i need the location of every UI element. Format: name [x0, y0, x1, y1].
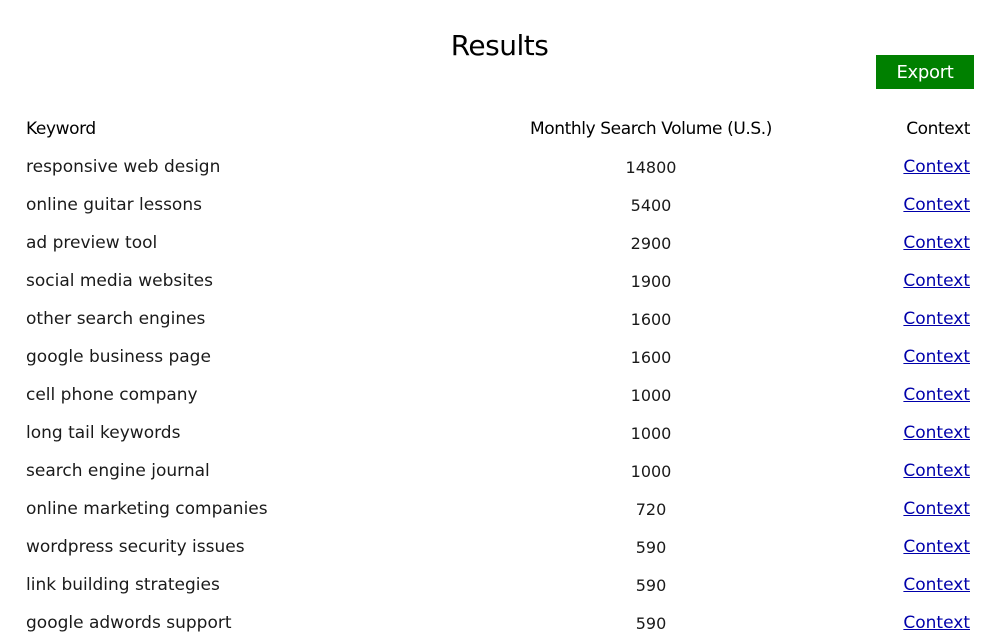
context-link[interactable]: Context	[903, 613, 970, 633]
keyword-cell: social media websites	[26, 271, 213, 291]
keyword-cell: google business page	[26, 347, 211, 367]
volume-cell: 590	[635, 537, 667, 557]
context-link[interactable]: Context	[903, 195, 970, 215]
context-link[interactable]: Context	[903, 537, 970, 557]
table-row: long tail keywords 1000 Context	[26, 414, 974, 452]
context-cell: Context	[782, 490, 974, 528]
table-row: google business page 1600 Context	[26, 338, 974, 376]
table-row: wordpress security issues 590 Context	[26, 528, 974, 566]
volume-cell: 2900	[630, 233, 672, 253]
context-cell: Context	[782, 300, 974, 338]
volume-cell: 1600	[630, 309, 672, 329]
context-link[interactable]: Context	[903, 347, 970, 367]
table-row: search engine journal 1000 Context	[26, 452, 974, 490]
table-row: google adwords support 590 Context	[26, 604, 974, 642]
volume-cell: 1000	[630, 385, 672, 405]
context-cell: Context	[782, 604, 974, 642]
keyword-cell: google adwords support	[26, 613, 232, 633]
keyword-cell: long tail keywords	[26, 423, 181, 443]
context-link[interactable]: Context	[903, 575, 970, 595]
volume-cell: 720	[635, 499, 667, 519]
context-cell: Context	[782, 414, 974, 452]
context-cell: Context	[782, 148, 974, 186]
table-row: link building strategies 590 Context	[26, 566, 974, 604]
volume-cell: 1000	[630, 461, 672, 481]
context-cell: Context	[782, 376, 974, 414]
context-cell: Context	[782, 262, 974, 300]
keyword-cell: wordpress security issues	[26, 537, 245, 557]
context-link[interactable]: Context	[903, 271, 970, 291]
keyword-cell: ad preview tool	[26, 233, 158, 253]
keyword-cell: cell phone company	[26, 385, 198, 405]
keyword-column-header: Keyword	[26, 119, 96, 139]
table-row: online marketing companies 720 Context	[26, 490, 974, 528]
keyword-cell: search engine journal	[26, 461, 210, 481]
volume-cell: 5400	[630, 195, 672, 215]
volume-cell: 14800	[625, 157, 677, 177]
context-link[interactable]: Context	[903, 309, 970, 329]
results-table: Keyword Monthly Search Volume (U.S.) Con…	[26, 110, 974, 642]
volume-cell: 590	[635, 613, 667, 633]
volume-cell: 590	[635, 575, 667, 595]
context-link[interactable]: Context	[903, 385, 970, 405]
table-row: cell phone company 1000 Context	[26, 376, 974, 414]
context-cell: Context	[782, 186, 974, 224]
context-cell: Context	[782, 224, 974, 262]
context-cell: Context	[782, 452, 974, 490]
table-row: responsive web design 14800 Context	[26, 148, 974, 186]
context-link[interactable]: Context	[903, 157, 970, 177]
page-title: Results	[450, 28, 549, 62]
keyword-cell: online guitar lessons	[26, 195, 202, 215]
context-link[interactable]: Context	[903, 461, 970, 481]
table-row: social media websites 1900 Context	[26, 262, 974, 300]
volume-cell: 1600	[630, 347, 672, 367]
table-body: responsive web design 14800 Context online …	[26, 148, 974, 642]
context-link[interactable]: Context	[903, 233, 970, 253]
keyword-cell: online marketing companies	[26, 499, 268, 519]
keyword-cell: link building strategies	[26, 575, 220, 595]
keyword-cell: other search engines	[26, 309, 206, 329]
keyword-cell: responsive web design	[26, 157, 221, 177]
table-row: other search engines 1600 Context	[26, 300, 974, 338]
table-row: ad preview tool 2900 Context	[26, 224, 974, 262]
volume-column-header: Monthly Search Volume (U.S.)	[529, 119, 772, 139]
table-header-row: Keyword Monthly Search Volume (U.S.) Con…	[26, 110, 974, 148]
export-button[interactable]: Export	[876, 55, 974, 89]
context-cell: Context	[782, 566, 974, 604]
context-link[interactable]: Context	[903, 499, 970, 519]
volume-cell: 1900	[630, 271, 672, 291]
context-cell: Context	[782, 338, 974, 376]
volume-cell: 1000	[630, 423, 672, 443]
context-cell: Context	[782, 528, 974, 566]
table-row: online guitar lessons 5400 Context	[26, 186, 974, 224]
context-link[interactable]: Context	[903, 423, 970, 443]
context-column-header: Context	[906, 119, 970, 139]
